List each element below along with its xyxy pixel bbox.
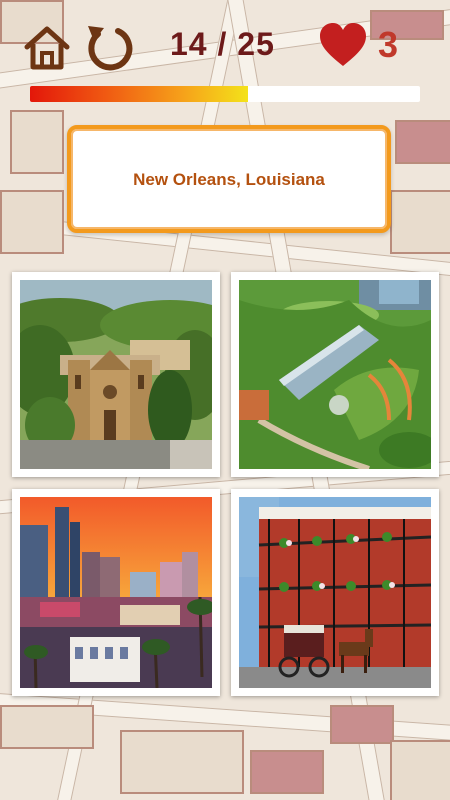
answer-option-2[interactable] bbox=[231, 272, 439, 477]
progress-fill bbox=[30, 86, 249, 102]
home-icon bbox=[24, 26, 70, 70]
top-bar: 14 / 25 3 bbox=[0, 18, 450, 78]
restart-button[interactable] bbox=[84, 22, 136, 74]
answer-option-1[interactable] bbox=[12, 272, 220, 477]
question-card: New Orleans, Louisiana bbox=[67, 125, 391, 233]
option-image-sunset-skyline bbox=[20, 497, 212, 688]
question-text: New Orleans, Louisiana bbox=[133, 169, 325, 189]
answer-option-4[interactable] bbox=[231, 489, 439, 696]
option-image-cathedral bbox=[20, 280, 212, 469]
option-image-aerial-park bbox=[239, 280, 431, 469]
score-counter: 14 / 25 bbox=[170, 26, 275, 62]
restart-icon bbox=[88, 26, 133, 71]
lives-count: 3 bbox=[378, 24, 399, 65]
heart-icon bbox=[318, 22, 368, 68]
home-button[interactable] bbox=[24, 26, 70, 70]
progress-bar bbox=[30, 86, 420, 102]
answer-option-3[interactable] bbox=[12, 489, 220, 696]
option-image-french-quarter bbox=[239, 497, 431, 688]
